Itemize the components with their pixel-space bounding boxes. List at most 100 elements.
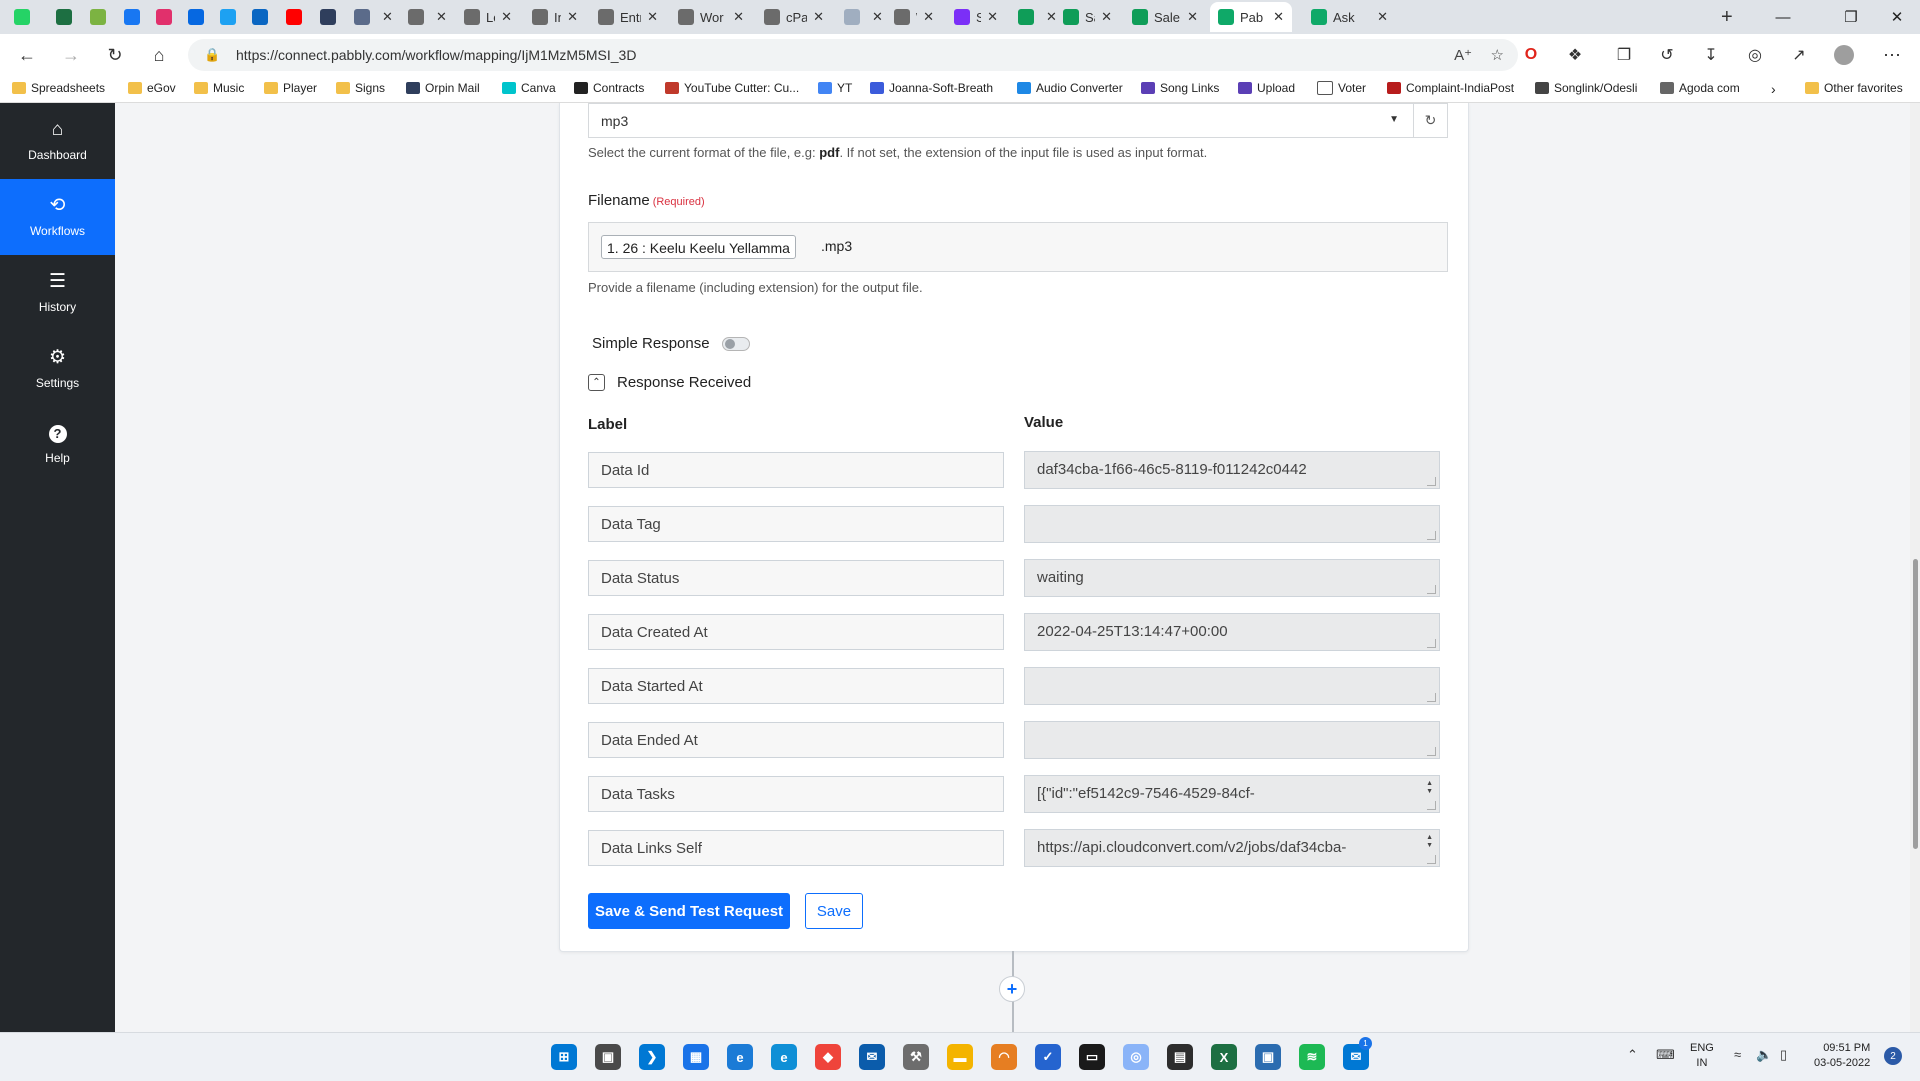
- vscode-taskbar-icon[interactable]: ❯: [639, 1044, 665, 1070]
- resize-grip-icon[interactable]: [1427, 585, 1436, 594]
- download-icon[interactable]: ↧: [1699, 43, 1723, 67]
- sticky-taskbar-icon[interactable]: ▤: [1167, 1044, 1193, 1070]
- home-button[interactable]: ⌂: [144, 40, 174, 70]
- browser-tab[interactable]: [244, 2, 274, 32]
- sidebar-item-help[interactable]: ? Help: [0, 407, 115, 483]
- response-value-field[interactable]: https://api.cloudconvert.com/v2/jobs/daf…: [1024, 829, 1440, 867]
- browser-tab[interactable]: (20)✕: [836, 2, 883, 32]
- bookmark-item[interactable]: Complaint-IndiaPost: [1387, 81, 1514, 95]
- page-scrollbar[interactable]: [1910, 103, 1920, 1032]
- bookmark-item[interactable]: Joanna-Soft-Breath: [870, 81, 993, 95]
- more-menu-icon[interactable]: ⋯: [1880, 43, 1904, 67]
- resize-grip-icon[interactable]: [1427, 693, 1436, 702]
- close-tab-icon[interactable]: ✕: [1101, 9, 1112, 25]
- browser-tab[interactable]: [180, 2, 208, 32]
- bookmark-item[interactable]: Song Links: [1141, 81, 1219, 95]
- browser-tab[interactable]: Ask ✕: [1303, 2, 1396, 32]
- language-indicator[interactable]: ENG IN: [1690, 1041, 1714, 1071]
- bookmark-item[interactable]: Agoda com: [1660, 81, 1740, 95]
- response-label-field[interactable]: Data Ended At: [588, 722, 1004, 758]
- sidebar-item-history[interactable]: ☰ History: [0, 255, 115, 331]
- response-label-field[interactable]: Data Id: [588, 452, 1004, 488]
- store-taskbar-icon[interactable]: ▦: [683, 1044, 709, 1070]
- show-hidden-icons-chevron-icon[interactable]: ⌃: [1627, 1047, 1638, 1063]
- bookmark-item[interactable]: Player: [264, 81, 317, 95]
- response-label-field[interactable]: Data Started At: [588, 668, 1004, 704]
- browser-tab[interactable]: Can✕: [1010, 2, 1057, 32]
- system-clock[interactable]: 09:51 PM 03-05-2022: [1814, 1041, 1870, 1071]
- resize-grip-icon[interactable]: [1427, 801, 1436, 810]
- save-button[interactable]: Save: [805, 893, 863, 929]
- close-tab-icon[interactable]: ✕: [1273, 9, 1284, 25]
- todo-taskbar-icon[interactable]: ✓: [1035, 1044, 1061, 1070]
- bookmark-item[interactable]: Signs: [336, 81, 385, 95]
- response-value-field[interactable]: daf34cba-1f66-46c5-8119-f011242c0442: [1024, 451, 1440, 489]
- browser-tab[interactable]: Wo ✕: [886, 2, 942, 32]
- close-tab-icon[interactable]: ✕: [382, 9, 393, 25]
- explorer-taskbar-icon[interactable]: ▬: [947, 1044, 973, 1070]
- response-value-field[interactable]: waiting: [1024, 559, 1440, 597]
- sidebar-item-dashboard[interactable]: ⌂ Dashboard: [0, 103, 115, 179]
- scrollbar-thumb[interactable]: [1913, 559, 1918, 849]
- opera-extension-icon[interactable]: O: [1519, 43, 1543, 67]
- response-value-field[interactable]: [{"id":"ef5142c9-7546-4529-84cf- ▲ ▼: [1024, 775, 1440, 813]
- resize-grip-icon[interactable]: [1427, 639, 1436, 648]
- browser-tab[interactable]: Sale ✕: [1124, 2, 1206, 32]
- textarea-scroll-arrows-icon[interactable]: ▲ ▼: [1426, 780, 1433, 796]
- close-tab-icon[interactable]: ✕: [813, 9, 824, 25]
- textarea-scroll-arrows-icon[interactable]: ▲ ▼: [1426, 834, 1433, 850]
- browser-tab[interactable]: [148, 2, 176, 32]
- refresh-button[interactable]: ↻: [100, 40, 130, 70]
- wifi-icon[interactable]: ≈: [1734, 1047, 1741, 1062]
- edge-dev-taskbar-icon[interactable]: e: [727, 1044, 753, 1070]
- task-view-taskbar-icon[interactable]: ▣: [595, 1044, 621, 1070]
- bookmark-item[interactable]: Audio Converter: [1017, 81, 1123, 95]
- close-tab-icon[interactable]: ✕: [501, 9, 512, 25]
- input-format-select[interactable]: mp3 ▼: [588, 103, 1414, 138]
- edge-taskbar-icon[interactable]: e: [771, 1044, 797, 1070]
- resize-grip-icon[interactable]: [1427, 531, 1436, 540]
- back-button[interactable]: ←: [12, 40, 42, 70]
- minimize-window-button[interactable]: —: [1760, 0, 1806, 34]
- remote-taskbar-icon[interactable]: ▭: [1079, 1044, 1105, 1070]
- tool-taskbar-icon[interactable]: ⚒: [903, 1044, 929, 1070]
- collections-icon[interactable]: ❐: [1612, 43, 1636, 67]
- browser-tab[interactable]: Entr ✕: [590, 2, 666, 32]
- response-label-field[interactable]: Data Tasks: [588, 776, 1004, 812]
- close-tab-icon[interactable]: ✕: [1377, 9, 1388, 25]
- response-value-field[interactable]: 2022-04-25T13:14:47+00:00: [1024, 613, 1440, 651]
- browser-tab[interactable]: Wor ✕: [670, 2, 752, 32]
- headset-taskbar-icon[interactable]: ◠: [991, 1044, 1017, 1070]
- close-window-button[interactable]: ✕: [1874, 0, 1920, 34]
- browser-tab[interactable]: Sale ✕: [1055, 2, 1120, 32]
- browser-tab[interactable]: [278, 2, 308, 32]
- bookmark-item[interactable]: Spreadsheets: [12, 81, 105, 95]
- response-label-field[interactable]: Data Created At: [588, 614, 1004, 650]
- extensions-icon[interactable]: ❖: [1563, 43, 1587, 67]
- bookmark-item[interactable]: Voter: [1317, 81, 1366, 95]
- bookmark-item[interactable]: YT: [818, 81, 852, 95]
- bookmark-item[interactable]: Orpin Mail: [406, 81, 480, 95]
- filename-field[interactable]: 1. 26 : Keelu Keelu Yellamma .mp3: [588, 222, 1448, 272]
- share-icon[interactable]: ↗: [1787, 43, 1811, 67]
- browser-tab[interactable]: [212, 2, 240, 32]
- response-label-field[interactable]: Data Links Self: [588, 830, 1004, 866]
- browser-tab[interactable]: Log ✕: [456, 2, 520, 32]
- close-tab-icon[interactable]: ✕: [436, 9, 447, 25]
- resize-grip-icon[interactable]: [1427, 747, 1436, 756]
- refresh-options-button[interactable]: ↻: [1414, 103, 1448, 138]
- bookmark-item[interactable]: YouTube Cutter: Cu...: [665, 81, 799, 95]
- response-label-field[interactable]: Data Tag: [588, 506, 1004, 542]
- resize-grip-icon[interactable]: [1427, 477, 1436, 486]
- performance-icon[interactable]: ◎: [1743, 43, 1767, 67]
- filename-mapped-chip[interactable]: 1. 26 : Keelu Keelu Yellamma: [601, 235, 796, 259]
- browser-tab[interactable]: cPa ✕: [756, 2, 832, 32]
- wifi-scan-taskbar-icon[interactable]: ◎: [1123, 1044, 1149, 1070]
- close-tab-icon[interactable]: ✕: [733, 9, 744, 25]
- bookmark-item[interactable]: Upload: [1238, 81, 1295, 95]
- response-value-field[interactable]: [1024, 505, 1440, 543]
- favorite-star-icon[interactable]: ☆: [1491, 46, 1504, 64]
- close-tab-icon[interactable]: ✕: [872, 9, 883, 25]
- profile-avatar[interactable]: [1832, 43, 1856, 67]
- browser-tab[interactable]: [48, 2, 78, 32]
